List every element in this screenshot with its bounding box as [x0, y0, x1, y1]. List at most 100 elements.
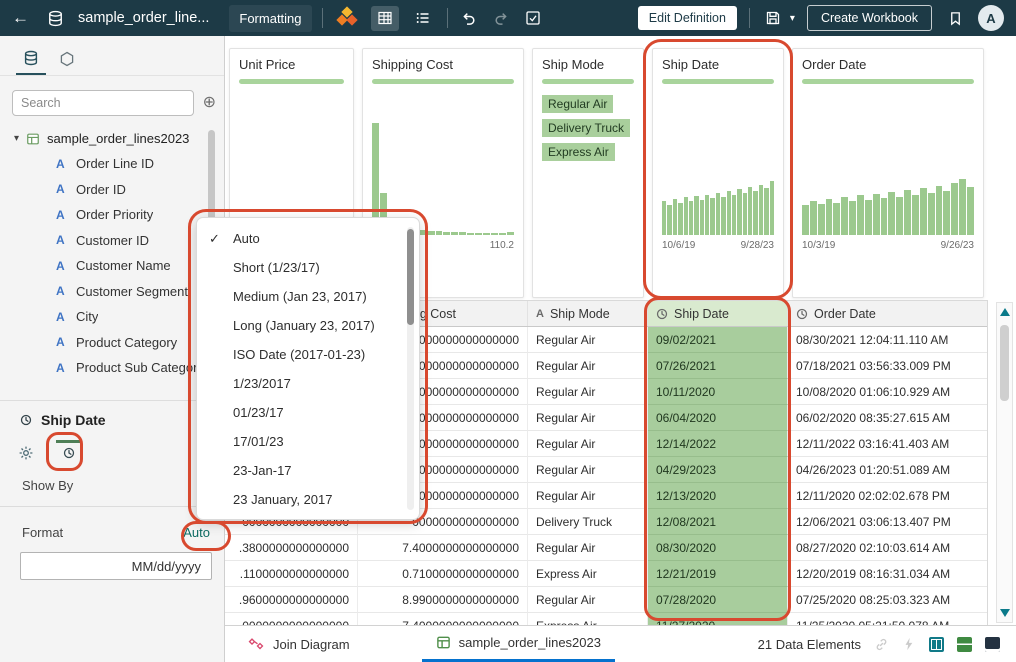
- menu-item-01-23-17[interactable]: 01/23/17: [197, 398, 419, 427]
- cell[interactable]: 12/11/2020 02:02:02.678 PM: [788, 483, 988, 509]
- field-item-customer-segment[interactable]: ACustomer Segment: [0, 279, 224, 305]
- field-item-order-id[interactable]: AOrder ID: [0, 177, 224, 203]
- vertical-scrollbar[interactable]: [996, 302, 1013, 623]
- avatar[interactable]: A: [978, 5, 1004, 31]
- menu-item-17-01-23[interactable]: 17/01/23: [197, 427, 419, 456]
- undo-icon[interactable]: [458, 7, 480, 29]
- cell[interactable]: 12/21/2019: [648, 561, 788, 587]
- redo-icon[interactable]: [490, 7, 512, 29]
- tab-data-elements[interactable]: [16, 43, 46, 75]
- format-auto-link[interactable]: Auto: [183, 525, 210, 540]
- cell[interactable]: Regular Air: [528, 379, 648, 405]
- dataset-tab[interactable]: sample_order_lines2023: [422, 626, 615, 662]
- cell[interactable]: 11/25/2020 05:21:50.078 AM: [788, 613, 988, 625]
- menu-scrollbar-thumb[interactable]: [407, 229, 414, 325]
- cell[interactable]: 10/11/2020: [648, 379, 788, 405]
- layout-footer-icon[interactable]: [985, 637, 1000, 652]
- expand-caret-icon[interactable]: ▾: [14, 133, 19, 144]
- field-item-product-category[interactable]: AProduct Category: [0, 330, 224, 356]
- dataset-tree-root[interactable]: ▾ sample_order_lines2023: [0, 122, 224, 151]
- cell[interactable]: 07/25/2020 08:25:03.323 AM: [788, 587, 988, 613]
- field-item-order-line-id[interactable]: AOrder Line ID: [0, 151, 224, 177]
- edit-definition-button[interactable]: Edit Definition: [638, 6, 737, 30]
- gear-icon[interactable]: [18, 440, 34, 461]
- cell[interactable]: 08/30/2020: [648, 535, 788, 561]
- cell[interactable]: Regular Air: [528, 405, 648, 431]
- cell[interactable]: 7.4000000000000000: [358, 613, 528, 625]
- menu-item-iso-date-2017-01-23-[interactable]: ISO Date (2017-01-23): [197, 340, 419, 369]
- column-card-order-date[interactable]: Order Date10/3/199/26/23: [792, 48, 984, 298]
- scroll-down-icon[interactable]: [1000, 609, 1010, 617]
- cell[interactable]: 09/02/2021: [648, 327, 788, 353]
- cell[interactable]: 12/06/2021 03:06:13.407 PM: [788, 509, 988, 535]
- cell[interactable]: 12/11/2022 03:16:41.403 AM: [788, 431, 988, 457]
- cell[interactable]: 04/29/2023: [648, 457, 788, 483]
- cell[interactable]: .1100000000000000: [225, 561, 358, 587]
- list-view-icon[interactable]: [409, 6, 437, 31]
- field-item-city[interactable]: ACity: [0, 304, 224, 330]
- cell[interactable]: Regular Air: [528, 535, 648, 561]
- menu-item-23-jan-17[interactable]: 23-Jan-17: [197, 456, 419, 485]
- layout-split-icon[interactable]: [929, 637, 944, 652]
- back-icon[interactable]: ←: [12, 8, 34, 28]
- scrollbar-thumb[interactable]: [1000, 325, 1009, 401]
- save-icon[interactable]: [762, 7, 784, 29]
- cell[interactable]: Regular Air: [528, 327, 648, 353]
- date-format-tab[interactable]: [56, 440, 82, 459]
- cell[interactable]: 11/27/2020: [648, 613, 788, 625]
- cell[interactable]: .9600000000000000: [225, 587, 358, 613]
- cell[interactable]: 8.9900000000000000: [358, 587, 528, 613]
- cell[interactable]: 06/02/2020 08:35:27.615 AM: [788, 405, 988, 431]
- cell[interactable]: 07/18/2021 03:56:33.009 PM: [788, 353, 988, 379]
- add-element-icon[interactable]: ⊕: [203, 95, 216, 111]
- cell[interactable]: 07/28/2020: [648, 587, 788, 613]
- column-header-ship-date[interactable]: Ship Date: [648, 301, 788, 326]
- field-item-product-sub-categor[interactable]: AProduct Sub Categor: [0, 355, 224, 381]
- cell[interactable]: 7.4000000000000000: [358, 535, 528, 561]
- cell[interactable]: 04/26/2023 01:20:51.089 AM: [788, 457, 988, 483]
- cell[interactable]: Delivery Truck: [528, 509, 648, 535]
- layout-rows-icon[interactable]: [957, 637, 972, 652]
- scroll-up-icon[interactable]: [1000, 308, 1010, 316]
- cell[interactable]: 0.7100000000000000: [358, 561, 528, 587]
- cell[interactable]: 12/20/2019 08:16:31.034 AM: [788, 561, 988, 587]
- cell[interactable]: 10/08/2020 01:06:10.929 AM: [788, 379, 988, 405]
- menu-item-short-1-23-17-[interactable]: Short (1/23/17): [197, 253, 419, 282]
- field-item-customer-name[interactable]: ACustomer Name: [0, 253, 224, 279]
- cell[interactable]: Express Air: [528, 613, 648, 625]
- cell[interactable]: Regular Air: [528, 353, 648, 379]
- column-card-ship-date[interactable]: Ship Date10/6/199/28/23: [652, 48, 784, 298]
- menu-item-1-23-2017[interactable]: 1/23/2017: [197, 369, 419, 398]
- tab-data-preparation[interactable]: [52, 43, 82, 75]
- cell[interactable]: 12/08/2021: [648, 509, 788, 535]
- cell[interactable]: 12/13/2020: [648, 483, 788, 509]
- menu-item-medium-jan-23-2017-[interactable]: Medium (Jan 23, 2017): [197, 282, 419, 311]
- menu-item-auto[interactable]: ✓Auto: [197, 224, 419, 253]
- formatting-menu[interactable]: Formatting: [229, 5, 311, 32]
- cell[interactable]: 08/27/2020 02:10:03.614 AM: [788, 535, 988, 561]
- grid-view-icon[interactable]: [371, 6, 399, 31]
- create-workbook-button[interactable]: Create Workbook: [807, 5, 932, 31]
- cell[interactable]: 12/14/2022: [648, 431, 788, 457]
- join-diagram-button[interactable]: Join Diagram: [237, 626, 360, 662]
- cell[interactable]: Regular Air: [528, 483, 648, 509]
- diagram-view-icon[interactable]: [333, 6, 361, 31]
- field-item-customer-id[interactable]: ACustomer ID: [0, 228, 224, 254]
- menu-item-23-january-2017[interactable]: 23 January, 2017: [197, 485, 419, 514]
- inspect-icon[interactable]: [522, 7, 544, 29]
- cell[interactable]: Regular Air: [528, 457, 648, 483]
- cell[interactable]: .3800000000000000: [225, 535, 358, 561]
- bookmark-icon[interactable]: [944, 7, 966, 29]
- cell[interactable]: 08/30/2021 12:04:11.110 AM: [788, 327, 988, 353]
- search-input[interactable]: [12, 90, 194, 116]
- column-header-order-date[interactable]: Order Date: [788, 301, 988, 326]
- cell[interactable]: 0000000000000000: [225, 613, 358, 625]
- column-card-ship-mode[interactable]: Ship ModeRegular AirDelivery TruckExpres…: [532, 48, 644, 298]
- column-header-ship-mode[interactable]: AShip Mode: [528, 301, 648, 326]
- cell[interactable]: Regular Air: [528, 587, 648, 613]
- menu-item-long-january-23-2017-[interactable]: Long (January 23, 2017): [197, 311, 419, 340]
- cell[interactable]: 07/26/2021: [648, 353, 788, 379]
- field-item-order-priority[interactable]: AOrder Priority: [0, 202, 224, 228]
- format-pattern-field[interactable]: MM/dd/yyyy: [20, 552, 212, 580]
- cell[interactable]: Regular Air: [528, 431, 648, 457]
